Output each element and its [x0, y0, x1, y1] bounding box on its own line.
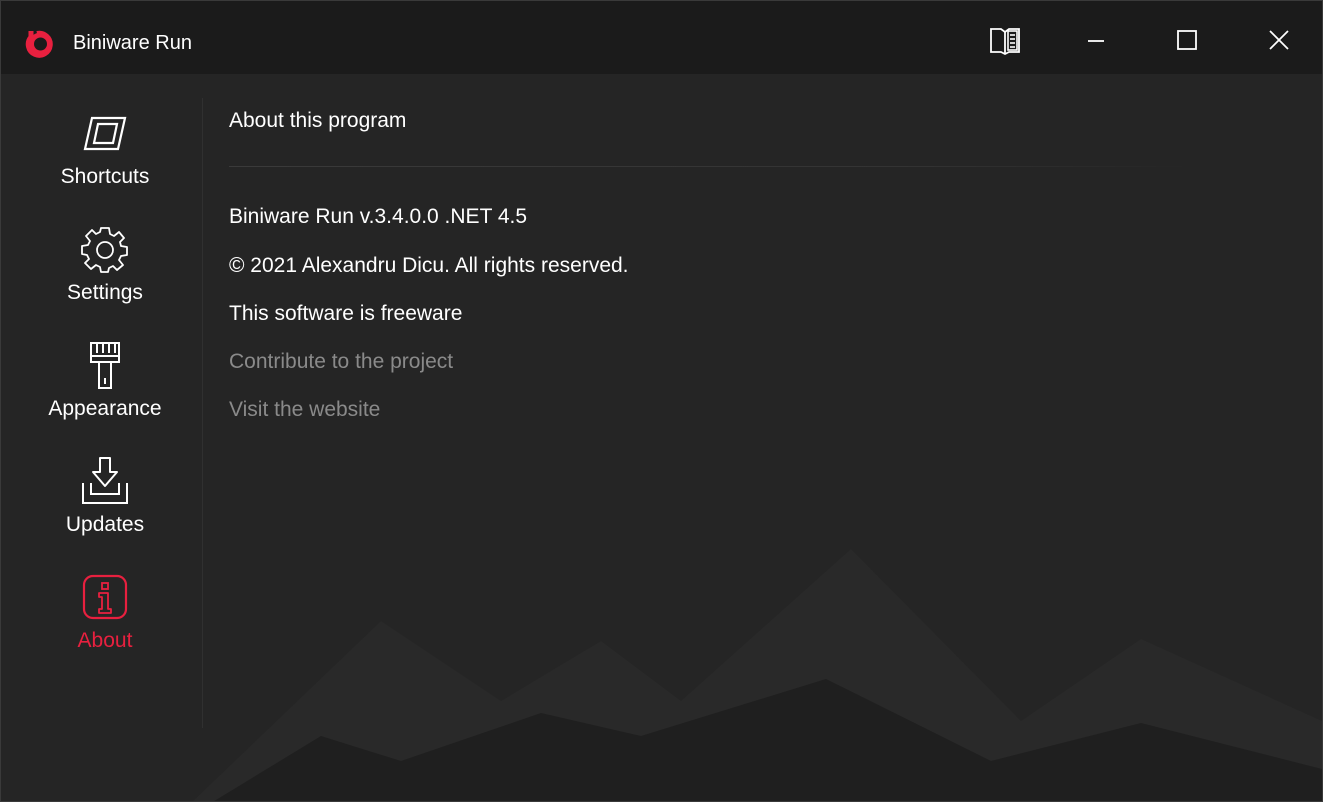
app-logo-icon	[25, 30, 53, 58]
shortcuts-icon	[83, 116, 127, 151]
book-icon	[990, 28, 1020, 55]
sidebar-item-settings[interactable]: Settings	[1, 224, 209, 324]
title-bar[interactable]: Biniware Run	[1, 1, 1322, 74]
nav-icon-wrap	[77, 456, 133, 506]
nav-icon-wrap	[77, 224, 133, 274]
sidebar-divider	[202, 98, 203, 728]
sidebar: Shortcuts Settings Appearance Updates Ab…	[1, 74, 203, 729]
close-button[interactable]	[1247, 11, 1311, 69]
sidebar-item-shortcuts[interactable]: Shortcuts	[1, 108, 209, 208]
website-link[interactable]: Visit the website	[229, 397, 380, 423]
maximize-button[interactable]	[1155, 11, 1219, 69]
sidebar-item-label: Appearance	[48, 397, 162, 420]
minimize-button[interactable]	[1064, 11, 1128, 69]
license-text: This software is freeware	[229, 302, 463, 325]
version-text: Biniware Run v.3.4.0.0 .NET 4.5	[229, 205, 528, 228]
nav-icon-wrap	[77, 108, 133, 158]
section-divider	[229, 166, 1189, 167]
nav-icon-wrap	[77, 572, 133, 622]
close-icon	[1269, 30, 1289, 50]
window-title: Biniware Run	[73, 32, 192, 54]
download-icon	[82, 457, 128, 504]
minimize-icon	[1088, 40, 1104, 42]
section-title: About this program	[229, 109, 407, 132]
sidebar-item-label: Shortcuts	[60, 165, 150, 188]
maximize-icon	[1177, 30, 1197, 50]
gear-icon	[81, 227, 128, 273]
app-window: Biniware Run Shortcuts Settings Appearan…	[0, 0, 1323, 802]
sidebar-item-appearance[interactable]: Appearance	[1, 340, 209, 440]
nav-icon-wrap	[77, 340, 133, 390]
info-icon	[82, 574, 128, 620]
sidebar-item-updates[interactable]: Updates	[1, 456, 209, 556]
contribute-link[interactable]: Contribute to the project	[229, 349, 453, 375]
sidebar-item-label: Settings	[67, 281, 143, 304]
sidebar-item-about[interactable]: About	[1, 572, 209, 672]
sidebar-item-label: About	[77, 629, 133, 652]
copyright-text: © 2021 Alexandru Dicu. All rights reserv…	[229, 254, 629, 277]
sidebar-item-label: Updates	[65, 513, 145, 536]
brush-icon	[90, 342, 120, 389]
book-button[interactable]	[973, 11, 1037, 69]
